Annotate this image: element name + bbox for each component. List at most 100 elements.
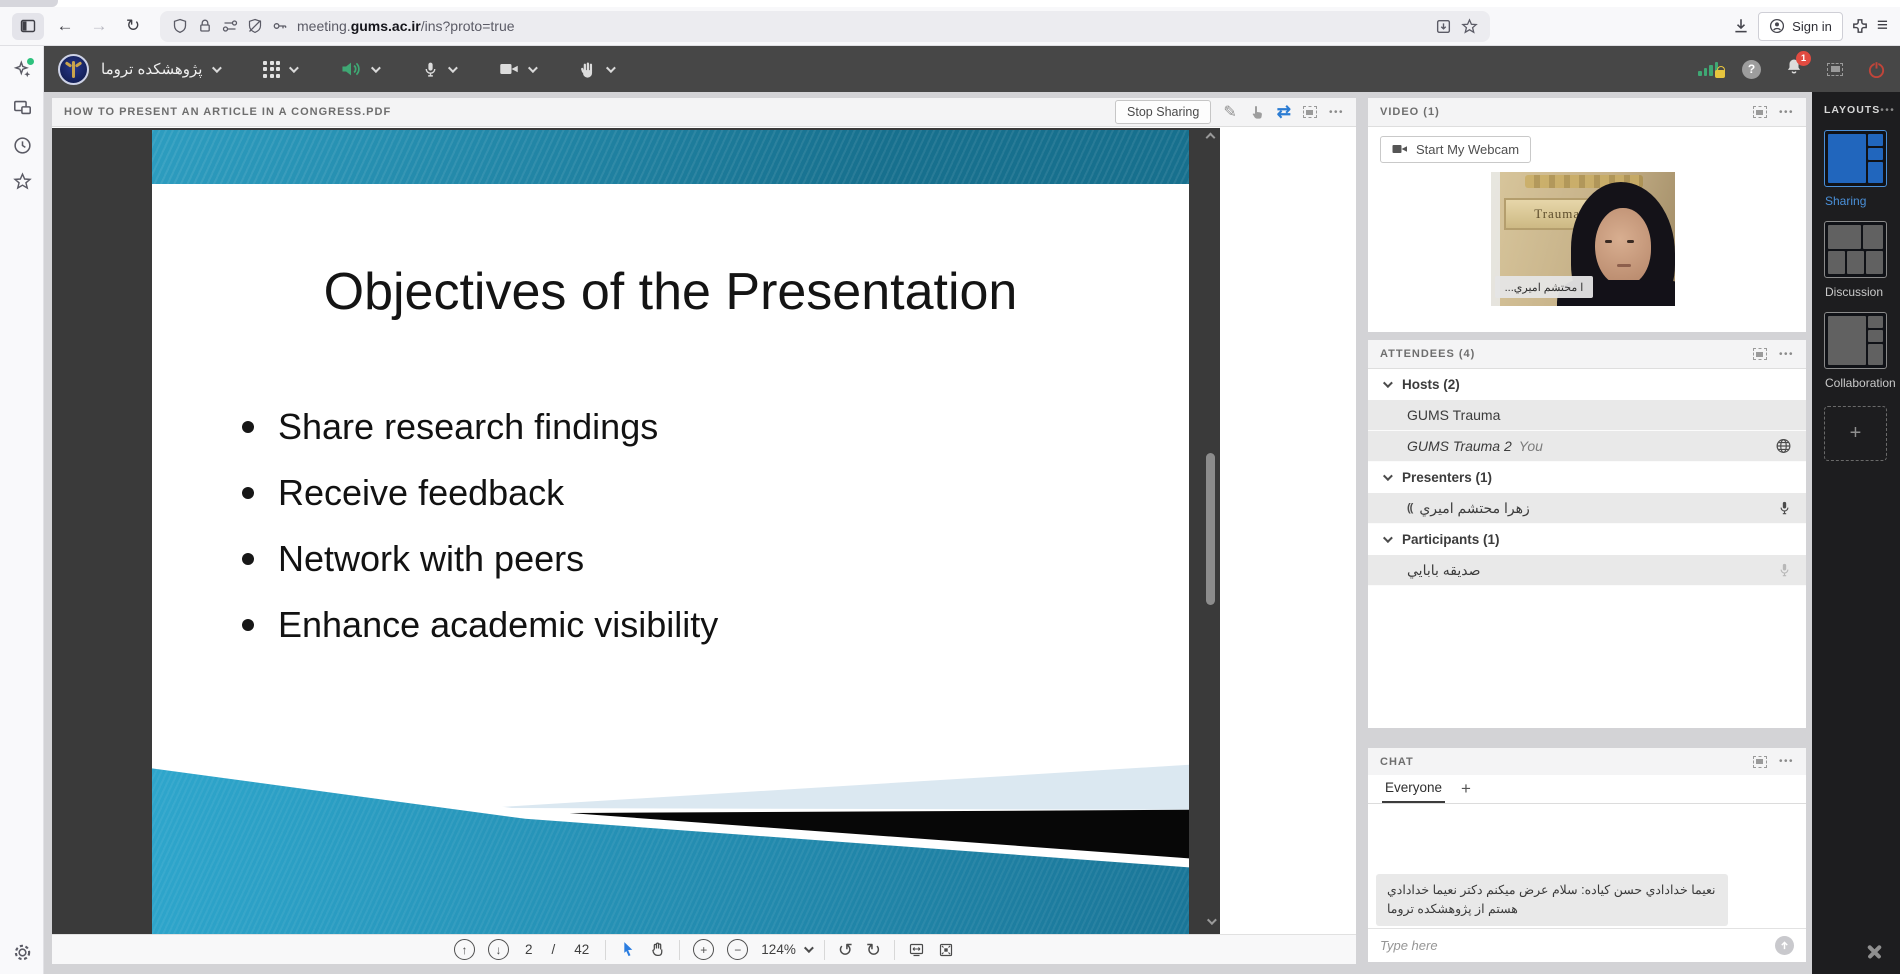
microphone-active-icon[interactable] (1777, 500, 1792, 516)
chat-fullscreen-icon[interactable] (1753, 756, 1767, 768)
help-icon[interactable]: ? (1742, 60, 1761, 79)
fit-width-icon[interactable] (908, 942, 925, 958)
room-menu-chevron-icon[interactable] (212, 63, 222, 73)
permissions-toggle-icon[interactable] (222, 18, 238, 34)
next-page-button[interactable]: ↓ (488, 939, 509, 960)
microphone-muted-icon[interactable] (1777, 562, 1792, 578)
collapse-chevron-icon[interactable] (1383, 471, 1393, 481)
chat-input[interactable] (1380, 938, 1775, 953)
bookmarks-star-icon[interactable] (13, 172, 32, 191)
rotate-right-button[interactable]: ↻ (866, 941, 881, 959)
connection-status-icon[interactable] (1698, 62, 1718, 76)
lock-icon[interactable] (197, 18, 213, 34)
video-pod-header: VIDEO (1) ••• (1368, 98, 1806, 127)
raise-hand-button[interactable] (579, 60, 613, 79)
attendees-pod-menu-icon[interactable]: ••• (1779, 349, 1794, 360)
webcam-button[interactable] (499, 60, 535, 78)
attendees-group-presenters[interactable]: Presenters (1) (1368, 462, 1806, 493)
reload-button[interactable]: ↻ (120, 16, 146, 36)
fullscreen-icon[interactable] (1827, 63, 1843, 76)
extensions-icon[interactable] (1851, 17, 1869, 35)
speaker-button[interactable] (340, 59, 378, 79)
layout-thumbnail-sharing[interactable] (1824, 130, 1887, 187)
add-chat-tab-icon[interactable]: + (1461, 779, 1471, 803)
chat-input-row (1368, 928, 1806, 962)
layout-thumbnail-discussion[interactable] (1824, 221, 1887, 278)
scroll-down-icon[interactable] (1207, 915, 1217, 925)
shield-icon[interactable] (172, 18, 188, 34)
exit-meeting-icon[interactable] (1867, 60, 1886, 79)
webcam-video[interactable]: Trauma I ...ا محتشم اميري (1491, 172, 1675, 306)
address-bar[interactable]: meeting.gums.ac.ir/ins?proto=true (160, 11, 1490, 42)
back-button[interactable]: ← (52, 16, 78, 36)
sync-navigation-icon[interactable]: ⇄ (1277, 102, 1291, 122)
chat-pod-menu-icon[interactable]: ••• (1779, 756, 1794, 767)
zoom-in-button[interactable]: + (693, 939, 714, 960)
sidebar-toggle-button[interactable] (12, 13, 44, 40)
rotate-left-button[interactable]: ↺ (838, 941, 853, 959)
synced-tabs-icon[interactable] (13, 98, 32, 117)
layout-label-collaboration[interactable]: Collaboration (1825, 376, 1888, 390)
share-pod-menu-icon[interactable]: ••• (1329, 107, 1344, 118)
zoom-out-button[interactable]: − (727, 939, 748, 960)
history-clock-icon[interactable] (13, 136, 32, 155)
settings-gear-icon[interactable] (13, 943, 32, 962)
fit-page-icon[interactable] (938, 942, 954, 958)
menu-icon[interactable]: ≡ (1877, 15, 1888, 37)
layouts-menu-icon[interactable]: ••• (1880, 105, 1895, 116)
pan-tool-icon[interactable] (649, 941, 666, 958)
attendees-fullscreen-icon[interactable] (1753, 348, 1767, 360)
video-pod-menu-icon[interactable]: ••• (1779, 107, 1794, 118)
chat-tab-everyone[interactable]: Everyone (1382, 780, 1445, 803)
layout-label-sharing[interactable]: Sharing (1825, 194, 1888, 208)
tracking-protection-off-icon[interactable] (247, 18, 263, 34)
share-fullscreen-icon[interactable] (1303, 106, 1317, 118)
attendee-row-participant[interactable]: صديقه بابايي (1368, 555, 1806, 586)
chat-message-text: سلام عرض ميكنم دكتر نعيما خدادادي هستم ا… (1387, 883, 1578, 916)
gums-logo[interactable] (58, 54, 89, 85)
raise-hand-chevron-icon (606, 63, 616, 73)
bookmark-star-icon[interactable] (1461, 18, 1478, 35)
layout-label-discussion[interactable]: Discussion (1825, 285, 1888, 299)
attendee-row-gums-trauma[interactable]: GUMS Trauma (1368, 400, 1806, 431)
zoom-level-select[interactable]: 124% (761, 942, 811, 957)
previous-page-button[interactable]: ↑ (454, 939, 475, 960)
ai-chat-icon[interactable] (13, 60, 32, 79)
video-fullscreen-icon[interactable] (1753, 106, 1767, 118)
pods-menu-button[interactable] (263, 61, 296, 78)
attendees-group-hosts[interactable]: Hosts (2) (1368, 369, 1806, 400)
chat-send-button[interactable] (1775, 936, 1794, 955)
downloads-icon[interactable] (1732, 17, 1750, 35)
url-domain: gums.ac.ir (351, 18, 421, 34)
notifications-button[interactable]: 1 (1785, 57, 1803, 81)
select-tool-icon[interactable] (619, 941, 636, 958)
browser-tab-stub[interactable] (0, 0, 58, 7)
layout-thumbnail-collaboration[interactable] (1824, 312, 1887, 369)
stop-sharing-button[interactable]: Stop Sharing (1115, 100, 1211, 124)
start-webcam-button[interactable]: Start My Webcam (1380, 136, 1531, 163)
key-icon[interactable] (272, 18, 288, 34)
page-current[interactable]: 2 (522, 942, 536, 957)
viewer-scrollbar[interactable] (1204, 131, 1217, 931)
attendees-group-participants[interactable]: Participants (1) (1368, 524, 1806, 555)
tools-icon[interactable] (1864, 942, 1884, 962)
attendee-name: GUMS Trauma 2 (1407, 438, 1512, 454)
collapse-chevron-icon[interactable] (1383, 378, 1393, 388)
slide-bullet-list: Share research findings Receive feedback… (242, 394, 718, 658)
scroll-up-icon[interactable] (1206, 133, 1216, 143)
save-page-icon[interactable] (1435, 18, 1452, 35)
add-layout-button[interactable]: + (1824, 406, 1887, 461)
microphone-button[interactable] (422, 60, 455, 79)
collapse-chevron-icon[interactable] (1383, 533, 1393, 543)
attendee-row-gums-trauma-2[interactable]: GUMS Trauma 2 You (1368, 431, 1806, 462)
scrollbar-thumb[interactable] (1206, 453, 1215, 605)
draw-icon[interactable]: ✎ (1223, 102, 1236, 122)
attendee-row-presenter[interactable]: (( زهرا محتشم اميري (1368, 493, 1806, 524)
attendee-name: GUMS Trauma (1407, 407, 1500, 423)
room-name[interactable]: پژوهشکده تروما (101, 60, 202, 78)
share-pod: HOW TO PRESENT AN ARTICLE IN A CONGRESS.… (52, 98, 1356, 964)
pointer-icon[interactable] (1249, 104, 1265, 120)
sign-in-button[interactable]: Sign in (1758, 12, 1843, 41)
forward-button[interactable]: → (86, 16, 112, 36)
globe-icon[interactable] (1775, 438, 1792, 455)
